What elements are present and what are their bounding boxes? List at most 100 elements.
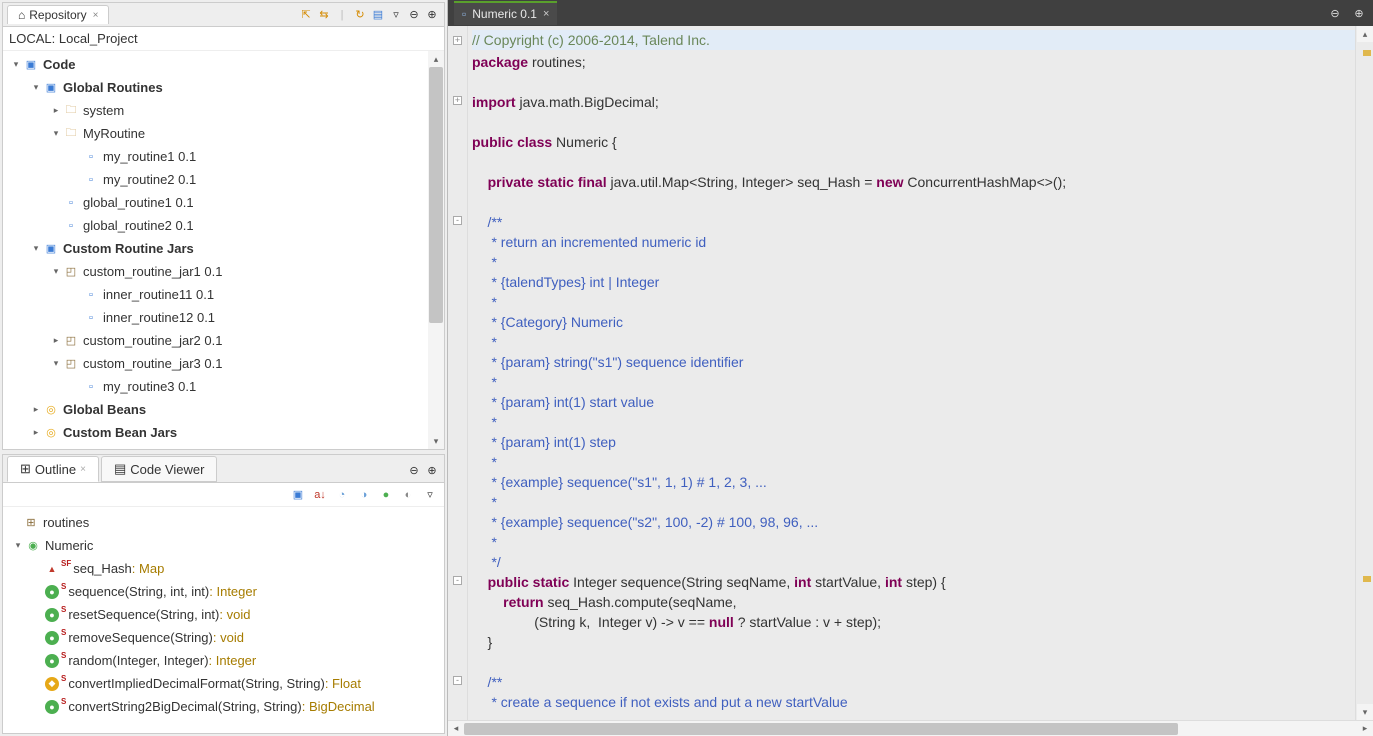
scrollbar-track[interactable]	[428, 67, 444, 433]
tree-inner12[interactable]: inner_routine12 0.1	[103, 310, 215, 325]
scrollbar-thumb[interactable]	[429, 67, 443, 323]
code-viewer-tab[interactable]: ▤ Code Viewer	[101, 456, 218, 482]
member-type: : Float	[325, 676, 361, 691]
tree-custom-jar3[interactable]: custom_routine_jar3 0.1	[83, 356, 222, 371]
hide-nonpublic-icon[interactable]: ●	[378, 487, 394, 503]
tree-global-routines[interactable]: Global Routines	[63, 80, 163, 95]
twisty-expanded-icon[interactable]: ▾	[29, 243, 43, 254]
tree-my-routine2[interactable]: my_routine2 0.1	[103, 172, 196, 187]
method-icon: ●	[45, 654, 59, 668]
scroll-right-icon[interactable]: ▸	[1357, 723, 1373, 734]
twisty-expanded-icon[interactable]: ▾	[49, 358, 63, 369]
menu-icon[interactable]: ▿	[422, 487, 438, 503]
focus-icon[interactable]: ▣	[290, 487, 306, 503]
outline-member[interactable]: ●Srandom(Integer, Integer) : Integer	[7, 649, 440, 672]
outline-member[interactable]: ●SremoveSequence(String) : void	[7, 626, 440, 649]
tree-custom-jars[interactable]: Custom Routine Jars	[63, 241, 194, 256]
menu-icon[interactable]: ▿	[388, 7, 404, 23]
outline-member[interactable]: ▲SFseq_Hash : Map	[7, 557, 440, 580]
outline-member[interactable]: ●SconvertString2BigDecimal(String, Strin…	[7, 695, 440, 718]
scroll-up-icon[interactable]: ▴	[428, 51, 444, 67]
fold-expanded-icon[interactable]: -	[453, 576, 462, 585]
repository-view: ⌂ Repository × ⇱ ⇆ | ↻ ▤ ▿ ⊖ ⊕ LOCAL: Lo…	[2, 2, 445, 450]
sort-icon[interactable]: a↓	[312, 487, 328, 503]
repository-tree[interactable]: ▾ ▣ Code ▾ ▣ Global Routines ▸ 🗀 system …	[3, 51, 444, 449]
fold-collapsed-icon[interactable]: +	[453, 96, 462, 105]
tree-custom-jar1[interactable]: custom_routine_jar1 0.1	[83, 264, 222, 279]
scroll-up-icon[interactable]: ▴	[1357, 26, 1373, 42]
editor-tab-label: Numeric 0.1	[472, 7, 537, 21]
field-icon: ▲	[45, 562, 59, 576]
tree-my-routine1[interactable]: my_routine1 0.1	[103, 149, 196, 164]
fold-expanded-icon[interactable]: -	[453, 216, 462, 225]
tree-global-beans[interactable]: Global Beans	[63, 402, 146, 417]
maximize-icon[interactable]: ⊕	[1351, 5, 1367, 21]
close-icon[interactable]: ×	[93, 10, 99, 21]
maximize-icon[interactable]: ⊕	[424, 462, 440, 478]
twisty-expanded-icon[interactable]: ▾	[49, 266, 63, 277]
hide-static-icon[interactable]: ◑	[356, 487, 372, 503]
fold-expanded-icon[interactable]: -	[453, 676, 462, 685]
repository-tab[interactable]: ⌂ Repository ×	[7, 5, 109, 24]
tree-global-routine1[interactable]: global_routine1 0.1	[83, 195, 194, 210]
editor-gutter[interactable]: + + - - -	[448, 26, 468, 720]
refresh-icon[interactable]: ↻	[352, 7, 368, 23]
outline-member[interactable]: ●SresetSequence(String, int) : void	[7, 603, 440, 626]
minimize-icon[interactable]: ⊖	[406, 462, 422, 478]
member-type: : BigDecimal	[302, 699, 375, 714]
outline-package[interactable]: routines	[43, 515, 89, 530]
close-icon[interactable]: ×	[80, 464, 86, 475]
twisty-expanded-icon[interactable]: ▾	[29, 82, 43, 93]
twisty-collapsed-icon[interactable]: ▸	[29, 427, 43, 438]
tree-myroutine[interactable]: MyRoutine	[83, 126, 145, 141]
routine-file-icon: ▫	[83, 149, 99, 165]
twisty-collapsed-icon[interactable]: ▸	[49, 105, 63, 116]
editor-code-area[interactable]: // Copyright (c) 2006-2014, Talend Inc.p…	[468, 26, 1355, 720]
member-type: : void	[213, 630, 244, 645]
minimize-icon[interactable]: ⊖	[1327, 5, 1343, 21]
class-icon: ◉	[25, 538, 41, 554]
routines-icon: ▣	[43, 80, 59, 96]
outline-member[interactable]: ◆SconvertImpliedDecimalFormat(String, St…	[7, 672, 440, 695]
hide-local-icon[interactable]: ◐	[400, 487, 416, 503]
overview-ruler[interactable]: ▴ ▾	[1355, 26, 1373, 720]
sep-icon: |	[334, 7, 350, 23]
tree-inner11[interactable]: inner_routine11 0.1	[103, 287, 214, 302]
twisty-collapsed-icon[interactable]: ▸	[49, 335, 63, 346]
member-name: convertString2BigDecimal(String, String)	[68, 699, 301, 714]
twisty-expanded-icon[interactable]: ▾	[11, 540, 25, 551]
marker-warning-icon[interactable]	[1363, 576, 1371, 582]
outline-member[interactable]: ●Ssequence(String, int, int) : Integer	[7, 580, 440, 603]
tree-global-routine2[interactable]: global_routine2 0.1	[83, 218, 194, 233]
marker-warning-icon[interactable]	[1363, 50, 1371, 56]
close-icon[interactable]: ×	[543, 8, 549, 20]
minimize-icon[interactable]: ⊖	[406, 7, 422, 23]
twisty-expanded-icon[interactable]: ▾	[9, 59, 23, 70]
code-editor[interactable]: + + - - - // Copyright (c) 2006-2014, Talend…	[448, 26, 1373, 720]
outline-tab[interactable]: ⊞ Outline ×	[7, 456, 99, 482]
tree-custom-bean-jars[interactable]: Custom Bean Jars	[63, 425, 177, 440]
routine-file-icon: ▫	[63, 195, 79, 211]
outline-tree[interactable]: ⊞ routines ▾ ◉ Numeric ▲SFseq_Hash : Map…	[3, 507, 444, 733]
editor-tab[interactable]: ▫ Numeric 0.1 ×	[454, 1, 557, 25]
collapse-icon[interactable]: ⇱	[298, 7, 314, 23]
tree-code[interactable]: Code	[43, 57, 76, 72]
tree-system[interactable]: system	[83, 103, 124, 118]
hide-fields-icon[interactable]: ◔	[334, 487, 350, 503]
twisty-collapsed-icon[interactable]: ▸	[29, 404, 43, 415]
maximize-icon[interactable]: ⊕	[424, 7, 440, 23]
tree-custom-jar2[interactable]: custom_routine_jar2 0.1	[83, 333, 222, 348]
scrollbar-thumb[interactable]	[464, 723, 1178, 735]
twisty-expanded-icon[interactable]: ▾	[49, 128, 63, 139]
code-icon: ▤	[114, 461, 126, 477]
scroll-down-icon[interactable]: ▾	[1357, 704, 1373, 720]
horizontal-scrollbar[interactable]: ◂ ▸	[448, 720, 1373, 736]
fold-collapsed-icon[interactable]: +	[453, 36, 462, 45]
outline-class[interactable]: Numeric	[45, 538, 93, 553]
member-type: : Map	[132, 561, 165, 576]
tree-my-routine3[interactable]: my_routine3 0.1	[103, 379, 196, 394]
filter-icon[interactable]: ▤	[370, 7, 386, 23]
scroll-down-icon[interactable]: ▾	[428, 433, 444, 449]
link-icon[interactable]: ⇆	[316, 7, 332, 23]
scroll-left-icon[interactable]: ◂	[448, 723, 464, 734]
